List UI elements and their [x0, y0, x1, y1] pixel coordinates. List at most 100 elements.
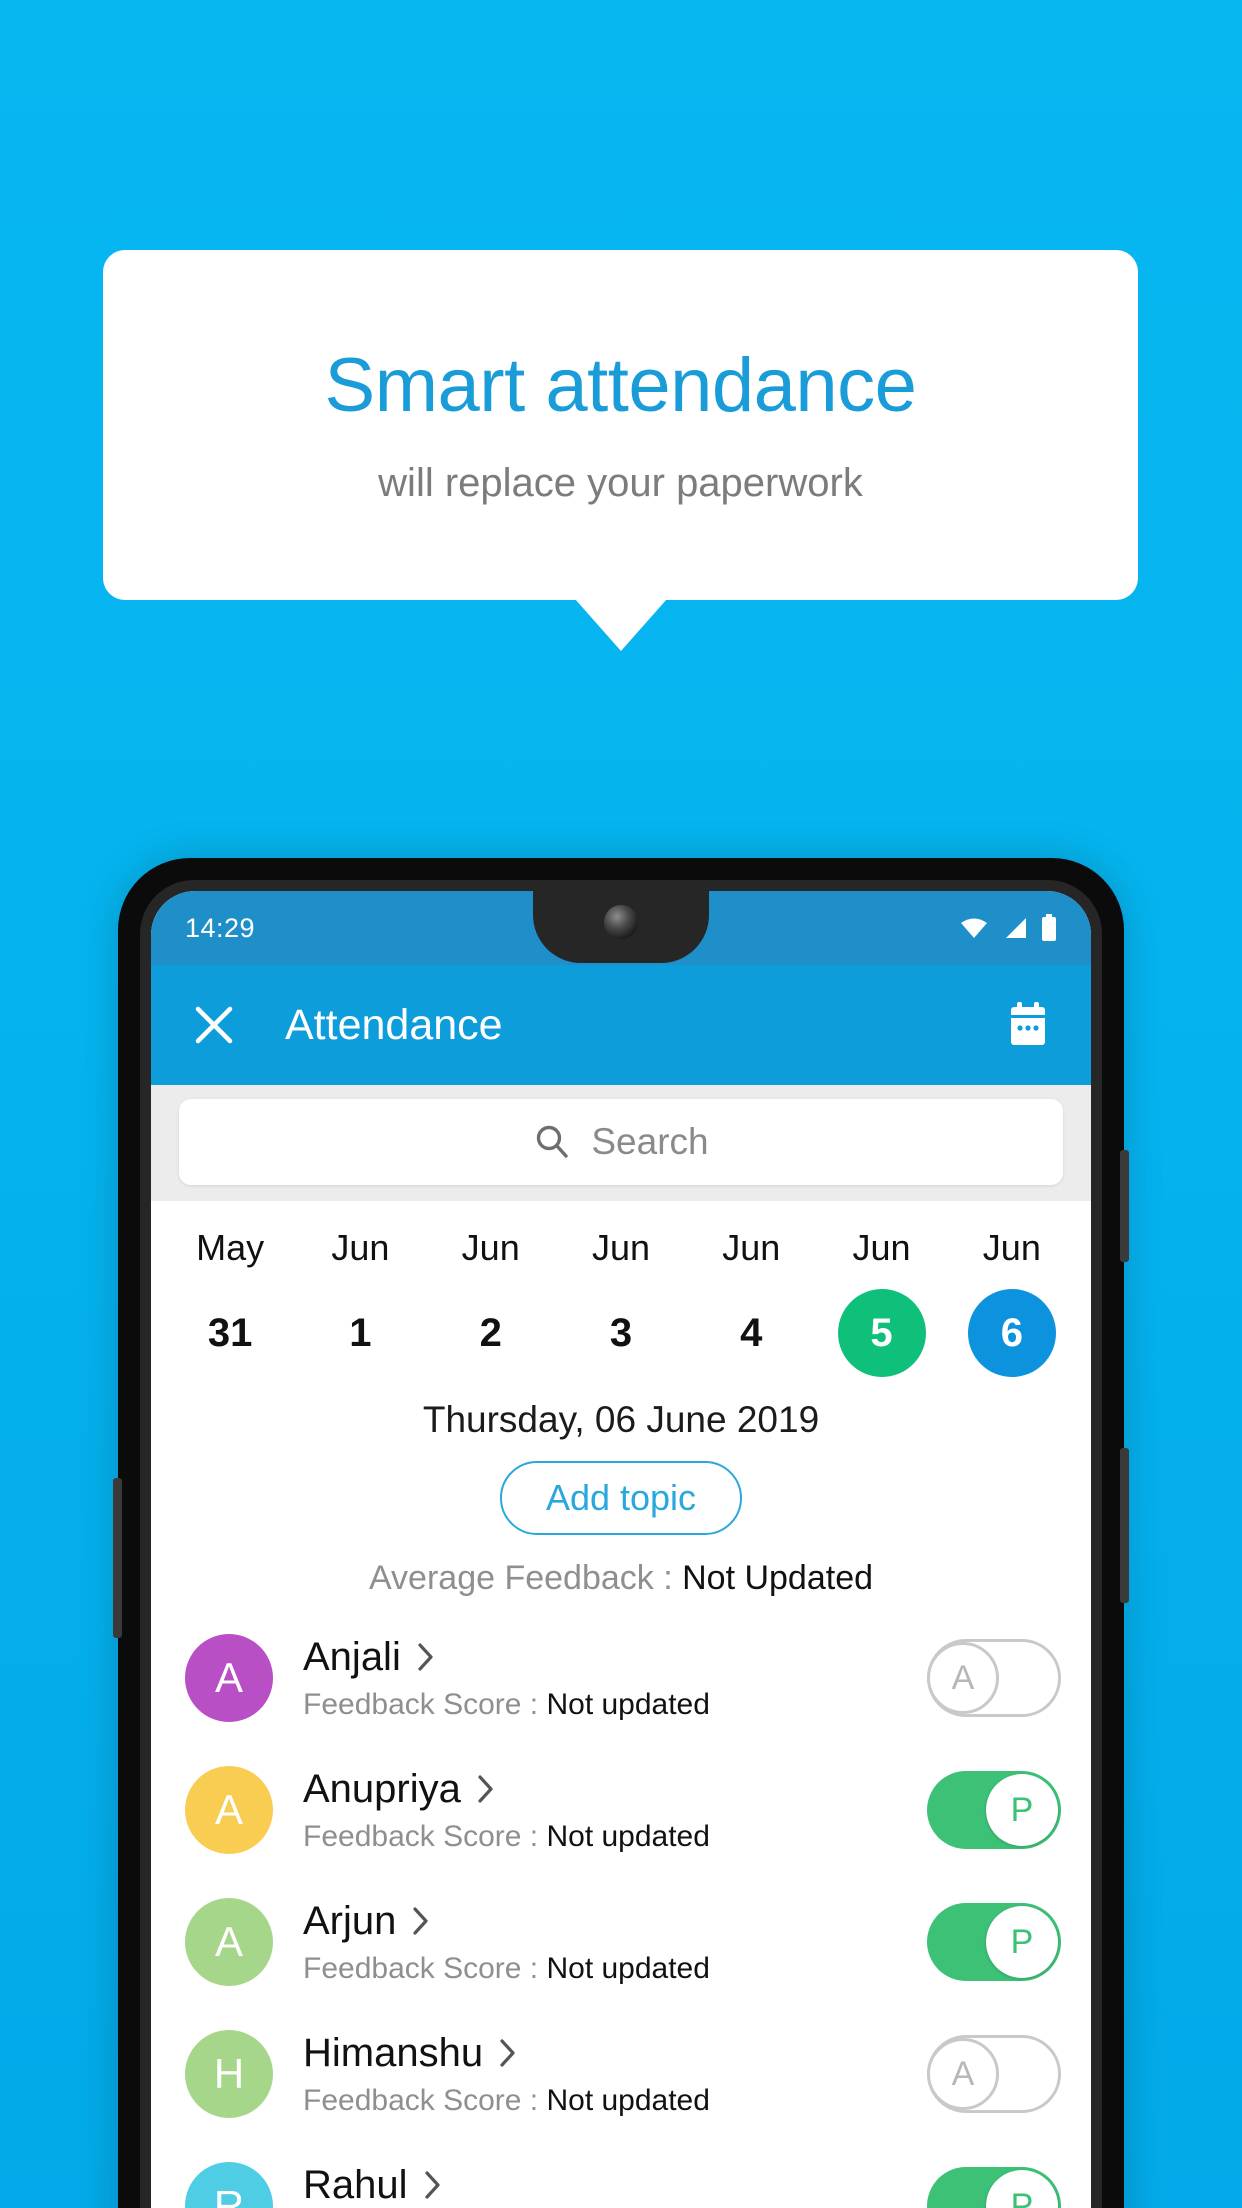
feedback-label: Feedback Score :: [303, 1951, 547, 1985]
chevron-right-icon[interactable]: [417, 1642, 435, 1672]
toggle-knob: P: [986, 1906, 1058, 1978]
student-name-line: Rahul: [303, 2163, 927, 2208]
table-row[interactable]: A Arjun Feedback Score : Not updated P: [151, 1876, 1091, 2008]
student-name-line: Anupriya: [303, 1767, 927, 1812]
phone-bezel: 14:29 Attendance Search May 31 Jun 1 Jun…: [140, 880, 1102, 2208]
date-day: 31: [207, 1310, 253, 1355]
date-month: Jun: [331, 1227, 390, 1268]
student-info: Himanshu Feedback Score : Not updated: [303, 2031, 927, 2118]
toggle-knob: A: [927, 1642, 999, 1714]
average-feedback-label: Average Feedback :: [368, 1559, 683, 1597]
date-cell-2[interactable]: Jun 2: [426, 1227, 556, 1377]
toggle-knob: A: [927, 2038, 999, 2110]
avatar: H: [185, 2030, 273, 2118]
attendance-toggle[interactable]: A: [927, 2035, 1061, 2113]
date-cell-0[interactable]: May 31: [165, 1227, 295, 1377]
attendance-toggle[interactable]: P: [927, 1903, 1061, 1981]
date-cell-3[interactable]: Jun 3: [556, 1227, 686, 1377]
search-icon: [537, 1125, 569, 1158]
feedback-value: Not updated: [546, 1819, 710, 1853]
date-month: May: [196, 1227, 265, 1268]
search-placeholder: Search: [591, 1121, 709, 1162]
student-list: A Anjali Feedback Score : Not updated A: [151, 1612, 1091, 2208]
toggle-knob: P: [986, 2170, 1058, 2208]
status-bar: 14:29: [151, 891, 1091, 965]
search-input[interactable]: Search: [179, 1099, 1063, 1185]
attendance-toggle[interactable]: A: [927, 1639, 1061, 1717]
feedback-label: Feedback Score :: [303, 1819, 547, 1853]
search-section: Search: [151, 1085, 1091, 1201]
attendance-toggle[interactable]: P: [927, 1771, 1061, 1849]
table-row[interactable]: R Rahul Feedback Score : Not updated P: [151, 2140, 1091, 2208]
status-icons: [959, 914, 1057, 942]
date-cell-4[interactable]: Jun 4: [686, 1227, 816, 1377]
date-day: 4: [740, 1310, 763, 1355]
student-name-line: Anjali: [303, 1635, 927, 1680]
wifi-icon: [961, 918, 987, 938]
avatar: A: [185, 1634, 273, 1722]
average-feedback: Average Feedback : Not Updated: [151, 1559, 1091, 1598]
student-name: Himanshu: [303, 2030, 484, 2075]
feedback-line: Feedback Score : Not updated: [303, 2084, 927, 2118]
status-time: 14:29: [185, 912, 256, 943]
student-name: Arjun: [303, 1898, 397, 1943]
power-button[interactable]: [1120, 1150, 1129, 1262]
promo-speech-bubble: Smart attendance will replace your paper…: [103, 250, 1138, 600]
date-month: Jun: [591, 1227, 650, 1268]
chevron-right-icon[interactable]: [499, 2038, 517, 2068]
feedback-label: Feedback Score :: [303, 1687, 547, 1721]
toggle-knob: P: [986, 1774, 1058, 1846]
date-month: Jun: [722, 1227, 781, 1268]
student-info: Arjun Feedback Score : Not updated: [303, 1899, 927, 1986]
date-day: 3: [609, 1310, 633, 1355]
date-cell-6[interactable]: Jun 6: [947, 1227, 1077, 1377]
feedback-line: Feedback Score : Not updated: [303, 1820, 927, 1854]
chevron-right-icon[interactable]: [477, 1774, 495, 1804]
date-cell-1[interactable]: Jun 1: [295, 1227, 425, 1377]
avatar: A: [185, 1898, 273, 1986]
student-name: Anupriya: [303, 1766, 461, 1811]
front-camera-icon: [604, 905, 638, 939]
side-button-left[interactable]: [113, 1478, 122, 1638]
speech-bubble-tail-icon: [575, 599, 667, 651]
date-month: Jun: [982, 1227, 1041, 1268]
average-feedback-value: Not Updated: [682, 1559, 874, 1597]
date-day-today: 5: [837, 1289, 926, 1377]
page-title: Attendance: [285, 1000, 503, 1049]
table-row[interactable]: A Anupriya Feedback Score : Not updated …: [151, 1744, 1091, 1876]
avatar: R: [185, 2162, 273, 2208]
close-icon[interactable]: [185, 996, 243, 1054]
volume-button[interactable]: [1120, 1448, 1129, 1603]
chevron-right-icon[interactable]: [412, 1906, 430, 1936]
student-info: Anjali Feedback Score : Not updated: [303, 1635, 927, 1722]
chevron-right-icon[interactable]: [424, 2170, 442, 2200]
feedback-line: Feedback Score : Not updated: [303, 1952, 927, 1986]
date-strip: May 31 Jun 1 Jun 2 Jun 3 Jun 4 Jun 5 Jun…: [151, 1201, 1091, 1385]
add-topic-container: Add topic: [151, 1461, 1091, 1535]
calendar-icon[interactable]: [999, 996, 1057, 1054]
feedback-value: Not updated: [546, 1951, 710, 1985]
app-bar: Attendance: [151, 965, 1091, 1085]
attendance-toggle[interactable]: P: [927, 2167, 1061, 2208]
feedback-line: Feedback Score : Not updated: [303, 1688, 927, 1722]
battery-icon: [1042, 914, 1056, 941]
table-row[interactable]: A Anjali Feedback Score : Not updated A: [151, 1612, 1091, 1744]
avatar: A: [185, 1766, 273, 1854]
phone-screen: 14:29 Attendance Search May 31 Jun 1 Jun…: [151, 891, 1091, 2208]
date-day: 1: [349, 1310, 372, 1355]
date-month: Jun: [852, 1227, 911, 1268]
student-name: Anjali: [303, 1634, 401, 1679]
feedback-value: Not updated: [546, 1687, 710, 1721]
date-cell-5[interactable]: Jun 5: [816, 1227, 946, 1377]
date-month: Jun: [461, 1227, 520, 1268]
student-name-line: Himanshu: [303, 2031, 927, 2076]
table-row[interactable]: H Himanshu Feedback Score : Not updated …: [151, 2008, 1091, 2140]
feedback-label: Feedback Score :: [303, 2083, 547, 2117]
feedback-value: Not updated: [546, 2083, 710, 2117]
student-name: Rahul: [303, 2162, 408, 2207]
date-day-selected: 6: [967, 1289, 1056, 1377]
add-topic-button[interactable]: Add topic: [499, 1461, 743, 1535]
phone-mockup: 14:29 Attendance Search May 31 Jun 1 Jun…: [113, 858, 1129, 2208]
signal-icon: [1006, 918, 1026, 938]
selected-day-label: Thursday, 06 June 2019: [422, 1399, 820, 1440]
